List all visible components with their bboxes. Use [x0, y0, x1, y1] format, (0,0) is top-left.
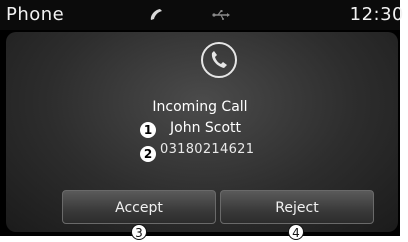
caller-number: 03180214621 — [160, 142, 255, 157]
phone-call-icon — [201, 42, 237, 78]
accept-button[interactable]: Accept — [62, 190, 216, 224]
usb-icon — [212, 10, 230, 20]
incoming-call-label: Incoming Call — [152, 99, 248, 115]
callout-marker-3: 3 — [131, 224, 147, 240]
callout-marker-1: 1 — [140, 122, 156, 138]
caller-name: John Scott — [170, 120, 242, 136]
phone-screen: Phone 12:30 Incoming Call 1 John Scott 2… — [0, 0, 403, 236]
status-bar: Phone 12:30 — [0, 0, 403, 30]
status-time: 12:30 — [349, 4, 404, 25]
status-title: Phone — [6, 4, 65, 25]
callout-marker-4: 4 — [288, 224, 304, 240]
callout-marker-2: 2 — [140, 146, 156, 162]
phone-handset-icon — [150, 9, 162, 20]
reject-button[interactable]: Reject — [220, 190, 374, 224]
